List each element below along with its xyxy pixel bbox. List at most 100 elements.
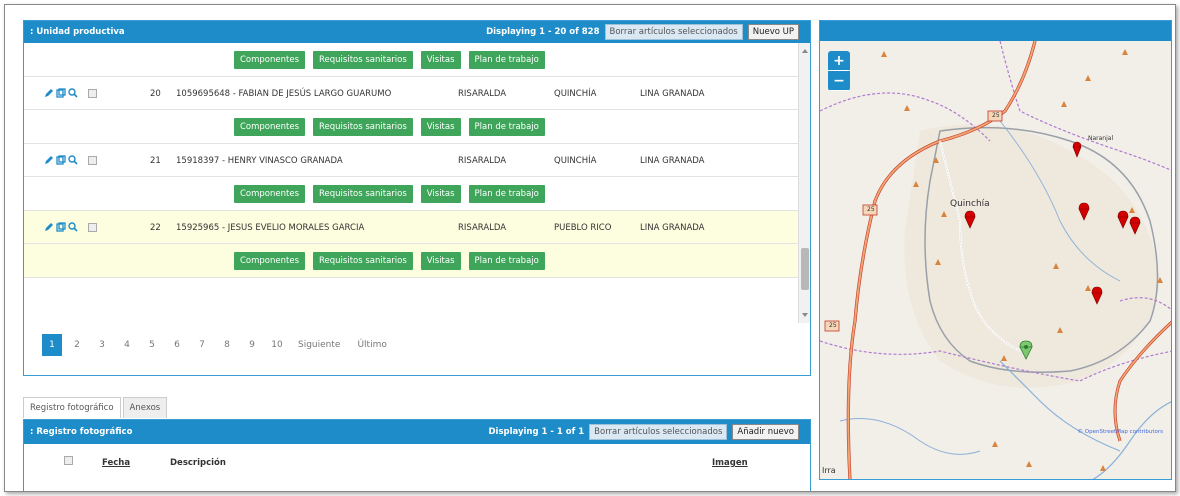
row-department: RISARALDA — [458, 156, 507, 166]
scroll-up-icon[interactable] — [802, 49, 808, 53]
action-button-row: Componentes Requisitos sanitarios Visita… — [24, 110, 798, 144]
map-bottom-label: Irra — [822, 466, 836, 475]
detail-tabs: Registro fotográfico Anexos — [23, 397, 169, 418]
tab-registro-fotografico[interactable]: Registro fotográfico — [23, 397, 121, 418]
vertical-scrollbar[interactable] — [798, 43, 810, 323]
copy-icon[interactable] — [56, 88, 66, 98]
table-row[interactable]: 20 1059695648 - FABIAN DE JESÚS LARGO GU… — [24, 77, 798, 110]
row-municipality: QUINCHÍA — [554, 89, 597, 99]
row-line: LINA GRANADA — [640, 223, 705, 233]
map-town-label: Quinchía — [950, 199, 990, 209]
visitas-button[interactable]: Visitas — [420, 51, 461, 69]
add-new-button[interactable]: Añadir nuevo — [732, 424, 799, 440]
table-row[interactable]: 21 15918397 - HENRY VINASCO GRANADA RISA… — [24, 144, 798, 177]
page-2[interactable]: 2 — [67, 334, 87, 356]
column-imagen[interactable]: Imagen — [712, 458, 748, 468]
displaying-count: Displaying 1 - 1 of 1 — [488, 427, 585, 437]
map-attribution[interactable]: © OpenStreetMap contributors — [1078, 429, 1163, 435]
edit-icon[interactable] — [44, 155, 54, 165]
unidad-productiva-panel: : Unidad productiva Displaying 1 - 20 of… — [23, 20, 811, 376]
table-row-selected[interactable]: 22 15925965 - JESUS EVELIO MORALES GARCI… — [24, 211, 798, 244]
page-10[interactable]: 10 — [267, 334, 287, 356]
visitas-button[interactable]: Visitas — [420, 185, 461, 203]
delete-selected-button[interactable]: Borrar artículos seleccionados — [604, 24, 743, 40]
componentes-button[interactable]: Componentes — [234, 185, 306, 203]
plan-de-trabajo-button[interactable]: Plan de trabajo — [468, 252, 545, 270]
select-all-checkbox[interactable] — [64, 456, 73, 465]
page-6[interactable]: 6 — [167, 334, 187, 356]
panel-header: : Unidad productiva Displaying 1 - 20 of… — [24, 21, 810, 43]
componentes-button[interactable]: Componentes — [234, 51, 306, 69]
action-button-row: Componentes Requisitos sanitarios Visita… — [24, 177, 798, 211]
road-number-label: 25 — [992, 112, 1000, 119]
next-page-link[interactable]: Siguiente — [292, 334, 346, 356]
registro-fotografico-panel: : Registro fotográfico Displaying 1 - 1 … — [23, 419, 811, 491]
new-up-button[interactable]: Nuevo UP — [747, 24, 799, 40]
row-name: 15925965 - JESUS EVELIO MORALES GARCIA — [176, 223, 365, 233]
row-checkbox[interactable] — [88, 222, 97, 232]
plan-de-trabajo-button[interactable]: Plan de trabajo — [468, 185, 545, 203]
edit-icon[interactable] — [44, 88, 54, 98]
app-window: : Unidad productiva Displaying 1 - 20 of… — [4, 4, 1176, 492]
page-7[interactable]: 7 — [192, 334, 212, 356]
row-municipality: PUEBLO RICO — [554, 223, 612, 233]
zoom-in-button[interactable]: + — [828, 51, 850, 71]
search-icon[interactable] — [68, 155, 78, 165]
panel-header: : Registro fotográfico Displaying 1 - 1 … — [24, 420, 810, 444]
requisitos-sanitarios-button[interactable]: Requisitos sanitarios — [313, 118, 413, 136]
page-5[interactable]: 5 — [142, 334, 162, 356]
page-3[interactable]: 3 — [92, 334, 112, 356]
row-name: 1059695648 - FABIAN DE JESÚS LARGO GUARU… — [176, 89, 392, 99]
plan-de-trabajo-button[interactable]: Plan de trabajo — [468, 51, 545, 69]
map-place-label: Naranjal — [1088, 135, 1114, 142]
search-icon[interactable] — [68, 88, 78, 98]
last-page-link[interactable]: Último — [351, 334, 392, 356]
road-number-label: 25 — [829, 322, 837, 329]
plan-de-trabajo-button[interactable]: Plan de trabajo — [468, 118, 545, 136]
row-checkbox[interactable] — [88, 88, 97, 98]
map-view[interactable]: + − Quinchía Naranjal 25 25 25 © OpenStr… — [819, 20, 1172, 480]
pagination: 1 2 3 4 5 6 7 8 9 10 Siguiente Último — [42, 334, 398, 356]
row-line: LINA GRANADA — [640, 89, 705, 99]
row-department: RISARALDA — [458, 89, 507, 99]
requisitos-sanitarios-button[interactable]: Requisitos sanitarios — [313, 185, 413, 203]
page-8[interactable]: 8 — [217, 334, 237, 356]
visitas-button[interactable]: Visitas — [420, 118, 461, 136]
delete-selected-button[interactable]: Borrar artículos seleccionados — [589, 424, 728, 440]
action-button-row: Componentes Requisitos sanitarios Visita… — [24, 43, 798, 77]
componentes-button[interactable]: Componentes — [234, 118, 306, 136]
page-1[interactable]: 1 — [42, 334, 62, 356]
action-button-row: Componentes Requisitos sanitarios Visita… — [24, 244, 798, 278]
column-fecha[interactable]: Fecha — [102, 458, 130, 468]
table-header-row: Fecha Descripción Imagen — [24, 444, 810, 474]
row-number: 20 — [150, 89, 161, 99]
map-canvas[interactable] — [820, 21, 1172, 480]
panel-title: : Unidad productiva — [30, 27, 125, 37]
grid-scroll-area[interactable]: Componentes Requisitos sanitarios Visita… — [24, 43, 810, 323]
requisitos-sanitarios-button[interactable]: Requisitos sanitarios — [313, 252, 413, 270]
copy-icon[interactable] — [56, 222, 66, 232]
tab-anexos[interactable]: Anexos — [122, 397, 168, 418]
search-icon[interactable] — [68, 222, 78, 232]
road-number-label: 25 — [867, 206, 875, 213]
page-9[interactable]: 9 — [242, 334, 262, 356]
row-name: 15918397 - HENRY VINASCO GRANADA — [176, 156, 343, 166]
visitas-button[interactable]: Visitas — [420, 252, 461, 270]
displaying-count: Displaying 1 - 20 of 828 — [486, 27, 600, 37]
scrollbar-thumb[interactable] — [801, 248, 809, 290]
row-department: RISARALDA — [458, 223, 507, 233]
panel-title: : Registro fotográfico — [30, 427, 133, 437]
zoom-control: + − — [828, 51, 850, 91]
zoom-out-button[interactable]: − — [828, 71, 850, 91]
column-descripcion: Descripción — [170, 458, 226, 468]
row-checkbox[interactable] — [88, 155, 97, 165]
copy-icon[interactable] — [56, 155, 66, 165]
row-line: LINA GRANADA — [640, 156, 705, 166]
row-municipality: QUINCHÍA — [554, 156, 597, 166]
row-number: 21 — [150, 156, 161, 166]
scroll-down-icon[interactable] — [802, 313, 808, 317]
page-4[interactable]: 4 — [117, 334, 137, 356]
edit-icon[interactable] — [44, 222, 54, 232]
componentes-button[interactable]: Componentes — [234, 252, 306, 270]
requisitos-sanitarios-button[interactable]: Requisitos sanitarios — [313, 51, 413, 69]
